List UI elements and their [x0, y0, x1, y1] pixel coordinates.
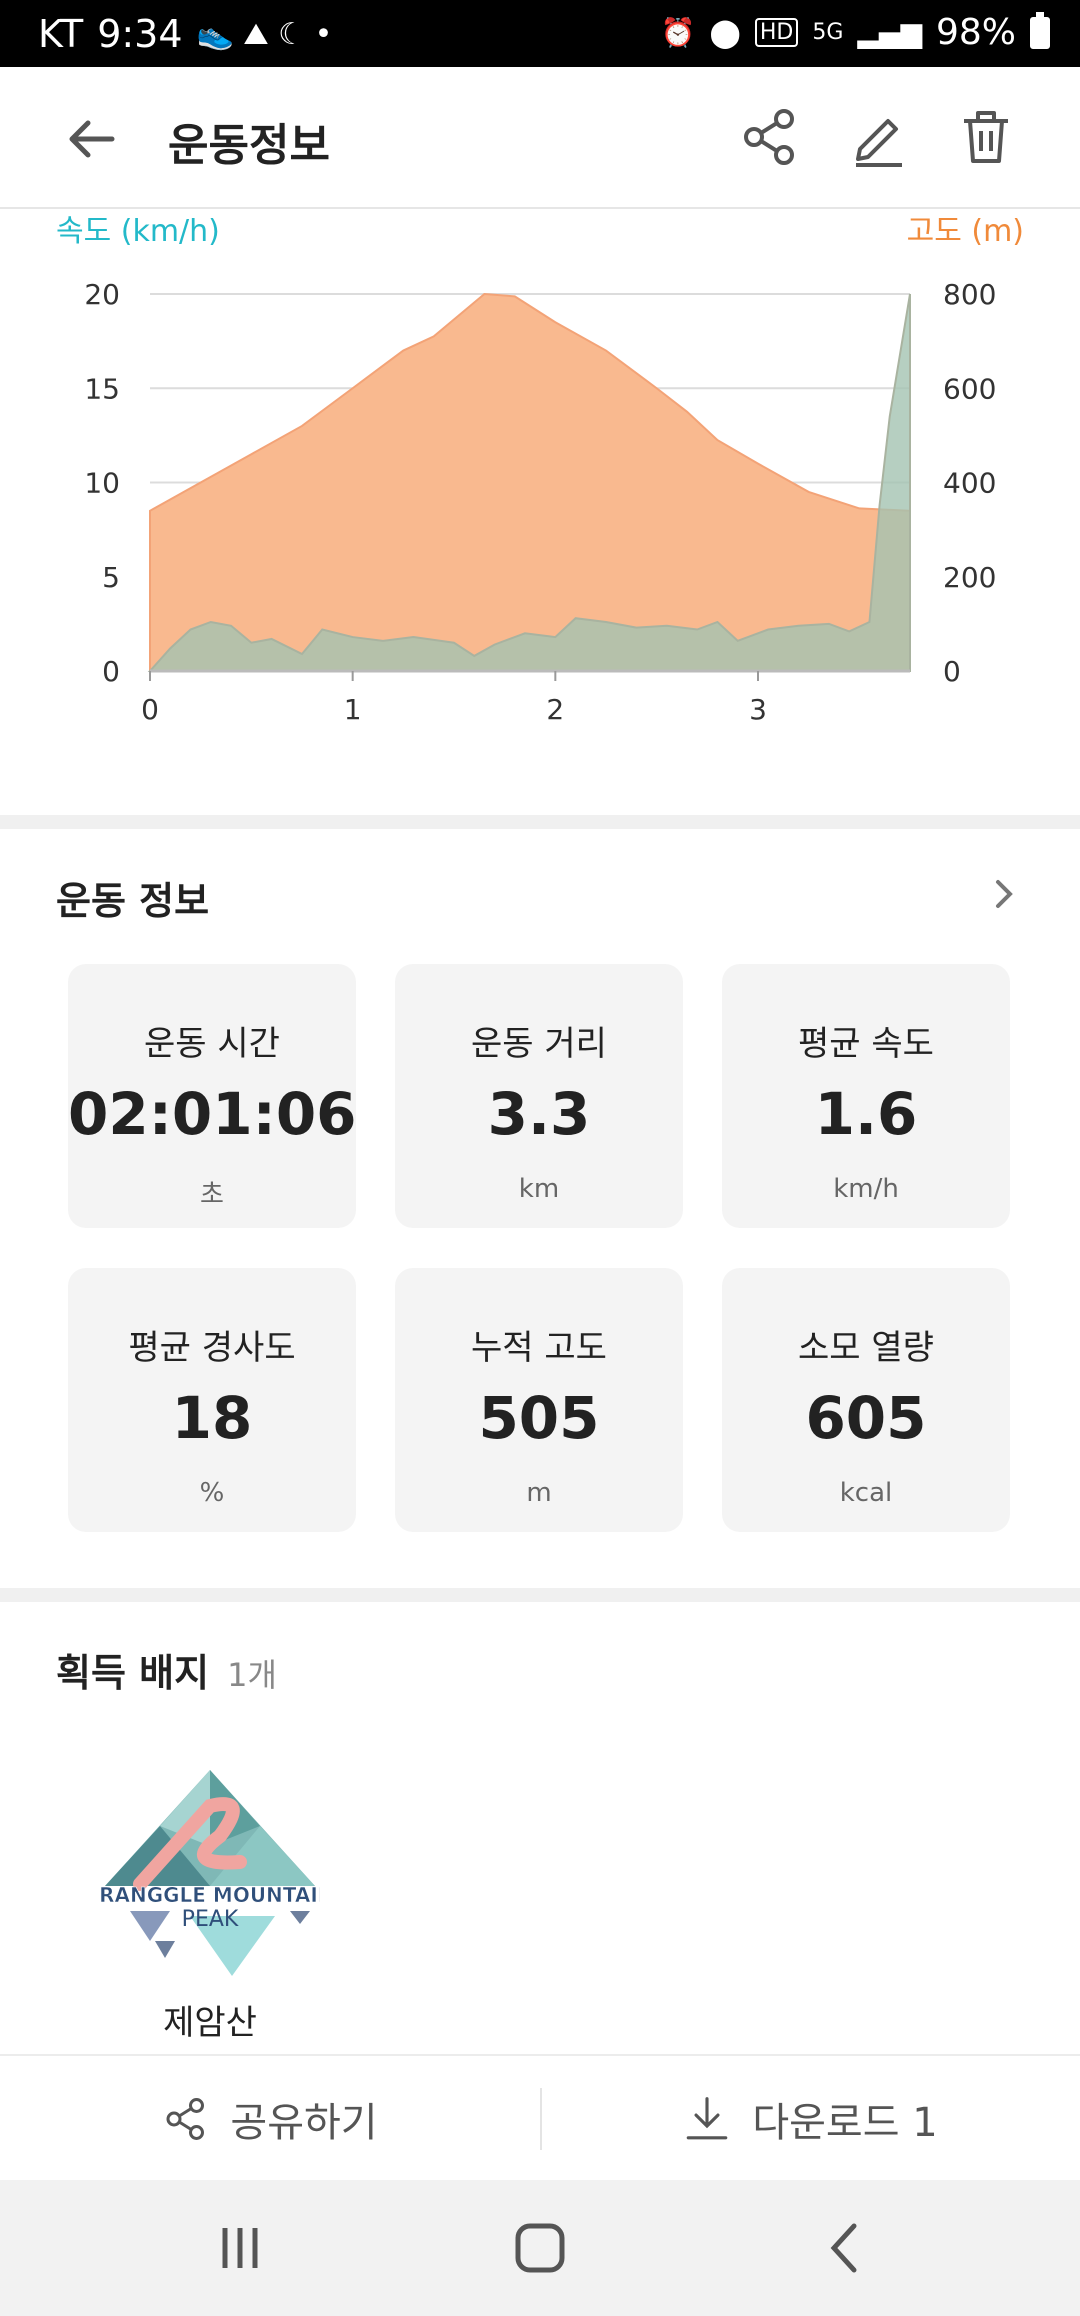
share-icon[interactable]	[738, 105, 802, 169]
stat-value: 3.3	[487, 1080, 591, 1148]
stat-label: 운동 시간	[144, 1024, 280, 1064]
download-button-label: 다운로드 1	[752, 2100, 938, 2146]
stat-unit: kcal	[839, 1478, 893, 1508]
network-type: 5G	[812, 20, 844, 45]
badge-count: 1개	[227, 1656, 277, 1694]
badge-name: 제암산	[163, 2003, 257, 2043]
share-icon	[166, 2098, 205, 2140]
svg-text:TRANGGLE MOUNTAIN: TRANGGLE MOUNTAIN	[100, 1883, 320, 1907]
y-right-tick-label: 400	[943, 467, 996, 500]
y-left-axis-title: 속도 (km/h)	[56, 214, 220, 249]
x-tick-label: 0	[141, 693, 159, 726]
download-button[interactable]: 다운로드 1	[540, 2056, 1080, 2182]
stat-card: 운동 거리 3.3 km	[395, 964, 683, 1228]
y-left-tick-label: 10	[84, 467, 120, 500]
stat-label: 평균 경사도	[128, 1328, 296, 1368]
svg-text:PEAK: PEAK	[182, 1907, 239, 1932]
recents-icon[interactable]	[210, 2218, 270, 2278]
stat-value: 02:01:06	[68, 1080, 357, 1148]
home-icon[interactable]	[510, 2218, 570, 2278]
badge-logo-image[interactable]: TRANGGLE MOUNTAIN PEAK	[100, 1766, 320, 1986]
stat-label: 소모 열량	[798, 1328, 934, 1368]
clock: 9:34	[97, 12, 183, 56]
alarm-icon: ⏰	[660, 16, 696, 49]
download-icon	[687, 2097, 728, 2140]
pencil-icon[interactable]	[846, 105, 910, 169]
stat-label: 평균 속도	[798, 1024, 934, 1064]
stat-unit: %	[199, 1478, 225, 1508]
hd-icon: HD	[754, 18, 799, 47]
share-button-label: 공유하기	[230, 2100, 378, 2146]
stat-unit: 초	[200, 1180, 224, 1210]
location-icon: ⬤	[709, 16, 741, 49]
share-button[interactable]: 공유하기	[0, 2056, 540, 2182]
chevron-right-icon[interactable]	[984, 874, 1024, 914]
badges-section-title: 획득 배지 1개	[56, 1642, 277, 1697]
trash-icon[interactable]	[954, 105, 1018, 169]
y-left-tick-label: 5	[102, 561, 120, 594]
stat-value: 18	[171, 1384, 253, 1452]
stat-value: 1.6	[814, 1080, 918, 1148]
stat-card: 누적 고도 505 m	[395, 1268, 683, 1532]
y-right-tick-label: 600	[943, 372, 996, 405]
page-title: 운동정보	[168, 120, 330, 171]
arrow-left-icon[interactable]	[60, 107, 124, 171]
battery-percent: 98%	[935, 12, 1016, 53]
x-tick-label: 1	[344, 693, 362, 726]
y-right-axis-title: 고도 (m)	[906, 214, 1024, 249]
carrier-label: KT	[38, 12, 84, 56]
stat-card: 운동 시간 02:01:06 초	[68, 964, 357, 1228]
speed-altitude-chart: 0 1 2 3 0 5 10 15 20 0 200 400 600 800 속도 (km/h) 고도 (…	[0, 206, 1080, 816]
stat-card: 평균 경사도 18%	[68, 1268, 356, 1532]
stat-unit: m	[526, 1478, 552, 1508]
stat-unit: km/h	[833, 1174, 899, 1204]
y-right-tick-label: 800	[943, 278, 996, 311]
stat-card: 평균 속도 1.6 km/h	[722, 964, 1010, 1228]
y-right-tick-label: 0	[943, 655, 961, 688]
y-left-tick-label: 20	[84, 278, 120, 311]
status-bar: KT 9:34 👟 ⛰ ☾ • ⏰ ⬤ HD 5G ▂▄▆ 98%	[0, 0, 1080, 67]
stat-unit: km	[518, 1174, 560, 1204]
app-bar: 운동정보	[0, 67, 1080, 209]
x-tick-label: 3	[749, 693, 767, 726]
notification-icons: 👟 ⛰ ☾ •	[196, 16, 333, 52]
system-nav-bar	[0, 2180, 1080, 2316]
back-nav-icon[interactable]	[816, 2218, 876, 2278]
signal-icon: ▂▄▆	[857, 16, 922, 49]
bottom-action-bar: 공유하기 다운로드 1	[0, 2054, 1080, 2180]
y-left-tick-label: 15	[84, 372, 120, 405]
workout-section-title: 운동 정보	[56, 879, 210, 923]
x-tick-label: 2	[546, 693, 564, 726]
battery-icon	[1030, 11, 1050, 49]
badges-title: 획득 배지	[56, 1651, 210, 1695]
section-divider	[0, 815, 1080, 829]
stat-label: 누적 고도	[471, 1328, 607, 1368]
y-left-tick-label: 0	[102, 655, 120, 688]
chart-svg: 0 1 2 3051015200200400600800	[84, 278, 996, 726]
stat-label: 운동 거리	[471, 1024, 607, 1064]
section-divider	[0, 1588, 1080, 1602]
y-right-tick-label: 200	[943, 561, 996, 594]
stat-card: 소모 열량 605 kcal	[722, 1268, 1010, 1532]
stat-value: 505	[478, 1384, 600, 1452]
stat-value: 605	[805, 1384, 927, 1452]
